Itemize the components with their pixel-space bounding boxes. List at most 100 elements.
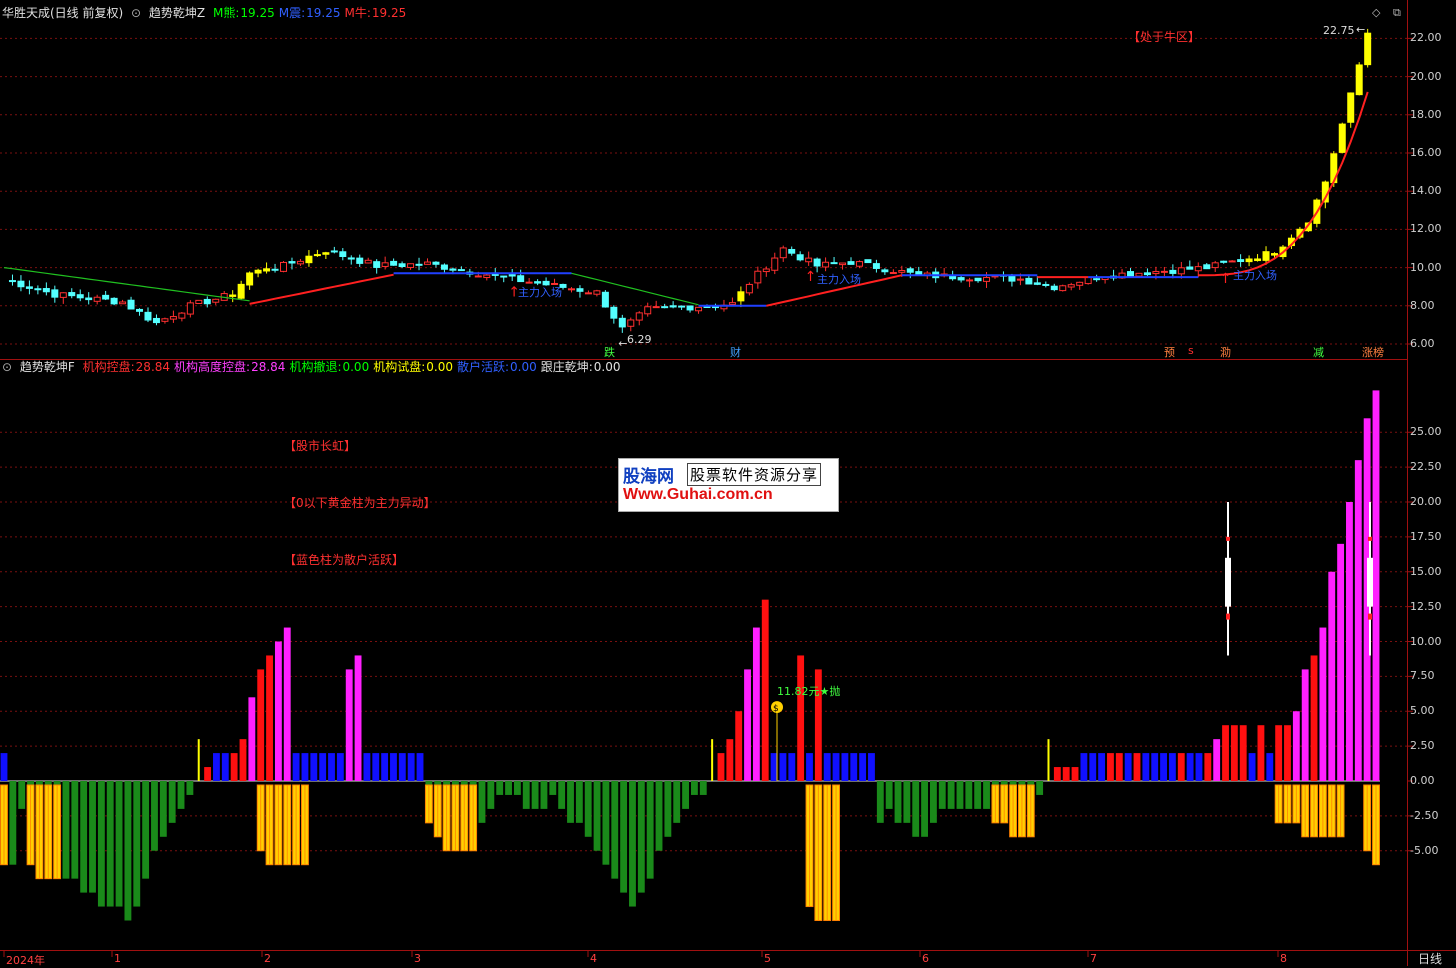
indicator-name[interactable]: 趋势乾坤Z [149,6,205,20]
candle-body [390,260,398,266]
bar [1195,753,1203,781]
candle-body [8,280,16,283]
candle-body [957,277,965,281]
candle-body [584,292,592,295]
candle-body [271,268,279,271]
candle-body [1160,270,1168,273]
candle-body [263,268,271,272]
y-tick-label: 5.00 [1410,704,1435,718]
bar [1151,753,1159,781]
sell-signal-label: 11.82元★抛 [777,685,841,698]
indicator-item-value: 0.00 [342,360,370,374]
bar [345,669,353,781]
price-panel-header: 华胜天成(日线 前复权) ⊙ 趋势乾坤Z M熊:19.25 M震:19.25 M牛:… [2,4,414,22]
bar [266,655,273,781]
y-tick-label: 2.50 [1410,739,1435,753]
bar [1346,502,1353,781]
bar [629,781,636,907]
signal-label: 预 [1164,346,1175,359]
indicator-values: M熊:19.25 M震:19.25 M牛:19.25 [213,6,410,20]
candle-body [1228,260,1236,263]
watermark: 股海网 股票软件资源分享 Www.Guhai.com.cn [618,458,839,512]
indicator-name[interactable]: 趋势乾坤F [20,360,75,374]
candle-body [246,272,254,286]
indicator-item-value: 19.25 [240,6,275,20]
bar [735,711,743,781]
indicator-menu-icon[interactable]: ⊙ [2,360,12,374]
candle-body [898,270,906,273]
indicator-menu-icon[interactable]: ⊙ [131,6,141,20]
candle-body [695,306,703,312]
bar [1301,669,1309,781]
candle-body [593,290,601,295]
candle-body [983,277,991,282]
bar [62,781,70,879]
bar [513,781,521,795]
restore-window-icon[interactable]: ⧉ [1393,6,1401,20]
candle-body [1152,271,1160,275]
candle-body [364,259,372,264]
candle-body [127,299,135,310]
indicator-item-label: 机构撤退: [289,360,342,374]
diamond-icon[interactable]: ◇ [1372,6,1380,19]
candle-body [762,268,770,273]
candle-body [178,312,186,319]
candle-body [85,297,93,301]
candle-body [1237,259,1245,263]
indicator-item-value: 0.00 [510,360,537,374]
bar [974,781,982,809]
signal-mark [1368,613,1372,620]
bull-line [249,273,394,305]
candle-body [102,294,110,300]
signal-mark [1368,536,1372,541]
y-tick-label: 16.00 [1410,146,1442,159]
bar [390,753,397,781]
candle-body [119,301,127,305]
candle-body [1364,32,1372,66]
bar [761,599,769,781]
bar [929,781,937,823]
y-tick-label: 20.00 [1410,69,1442,83]
candle-body [508,274,516,277]
bar [1098,753,1106,781]
up-arrow-icon: ↑ [1220,271,1232,287]
bar [1168,753,1176,781]
bar [328,753,335,781]
candle-body [881,269,889,273]
bar [1239,725,1247,781]
candle-body [305,255,313,264]
candle-body [796,254,804,261]
bar [903,781,911,823]
bar [248,697,256,781]
y-tick-label: 17.50 [1410,529,1442,543]
y-tick-label: 10.00 [1410,634,1442,648]
bar [664,781,672,837]
bar [1124,753,1132,781]
candle-body [483,274,491,279]
indicator-item-label: 机构高度控盘: [174,360,251,374]
bar [788,753,796,781]
bar [859,753,867,781]
bar [1328,571,1336,781]
candle-body [1016,278,1024,281]
candle-body [415,263,423,266]
bar [1248,753,1256,781]
candle-body [525,281,533,284]
candle-body [805,257,813,263]
indicator-item-label: M熊: [212,6,240,20]
bar [381,753,389,781]
stock-title[interactable]: 华胜天成(日线 前复权) [2,6,123,20]
x-tick-label: 1 [114,952,121,965]
candle-body [1211,262,1219,269]
y-tick-label: 12.00 [1410,222,1442,236]
bar [691,781,698,795]
period-tab[interactable]: 日线 [1418,950,1442,967]
y-tick-label: 20.00 [1410,495,1442,508]
candle-body [1169,269,1177,274]
candle-body [186,302,194,315]
bar [797,655,805,781]
high-price-label: 22.75 [1323,24,1355,37]
bar [744,669,751,781]
bar [407,753,415,781]
candle-body [1262,251,1270,261]
